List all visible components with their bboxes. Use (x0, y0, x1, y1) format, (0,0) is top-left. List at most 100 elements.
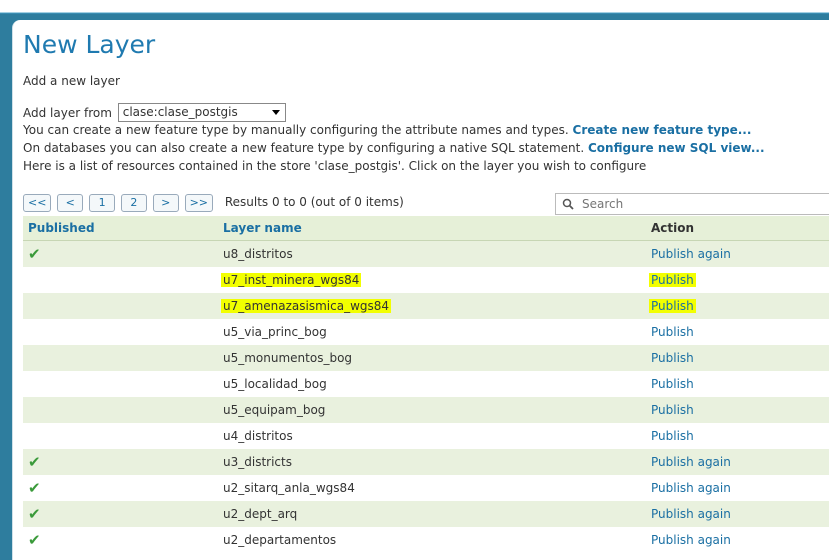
pager-page-1-button[interactable]: 1 (89, 194, 116, 212)
publish-link[interactable]: Publish (649, 273, 696, 287)
layer-name: u8_distritos (223, 247, 293, 261)
action-cell: Publish again (646, 527, 829, 553)
table-row: ✔ u2_dept_arq Publish again (23, 501, 829, 527)
page-subtitle: Add a new layer (23, 74, 120, 88)
layer-name-cell: u5_localidad_bog (218, 371, 646, 397)
table-row: ✔ u8_distritos Publish again (23, 240, 829, 267)
search-input[interactable] (580, 195, 829, 213)
published-cell (23, 293, 218, 319)
action-cell: Publish (646, 371, 829, 397)
info-line-1: You can create a new feature type by man… (23, 123, 751, 137)
info-line-2-text: On databases you can also create a new f… (23, 141, 585, 155)
header-layer-name[interactable]: Layer name (218, 216, 646, 241)
top-banner (0, 0, 829, 14)
published-cell: ✔ (23, 527, 218, 553)
table-row: u7_amenazasismica_wgs84 Publish (23, 293, 829, 319)
layer-name-cell: u2_sitarq_anla_wgs84 (218, 475, 646, 501)
publish-link[interactable]: Publish (651, 403, 694, 417)
table-row: u5_monumentos_bog Publish (23, 345, 829, 371)
table-row: ✔ u2_sitarq_anla_wgs84 Publish again (23, 475, 829, 501)
configure-sql-view-link[interactable]: Configure new SQL view... (588, 141, 765, 155)
layer-name: u5_monumentos_bog (223, 351, 353, 365)
action-cell: Publish (646, 423, 829, 449)
published-cell: ✔ (23, 501, 218, 527)
published-cell: ✔ (23, 240, 218, 267)
layer-name: u7_inst_minera_wgs84 (221, 273, 362, 287)
action-cell: Publish again (646, 475, 829, 501)
layer-name: u7_amenazasismica_wgs84 (221, 299, 392, 313)
published-cell: ✔ (23, 449, 218, 475)
action-cell: Publish again (646, 240, 829, 267)
store-row: Add layer from clase:clase_postgis (23, 103, 286, 123)
layer-name-cell: u4_distritos (218, 423, 646, 449)
layer-name: u2_sitarq_anla_wgs84 (223, 481, 355, 495)
pager-first-button[interactable]: << (23, 194, 52, 212)
layer-name: u2_dept_arq (223, 507, 298, 521)
publish-link[interactable]: Publish (651, 429, 694, 443)
layers-table: Published Layer name Action ✔ u8_distrito… (23, 216, 829, 553)
published-cell (23, 397, 218, 423)
layer-name: u5_via_princ_bog (223, 325, 327, 339)
check-icon: ✔ (28, 453, 41, 471)
action-cell: Publish (646, 397, 829, 423)
action-cell: Publish (646, 267, 829, 293)
action-cell: Publish (646, 345, 829, 371)
layer-name: u5_equipam_bog (223, 403, 326, 417)
layer-name-cell: u5_monumentos_bog (218, 345, 646, 371)
publish-link[interactable]: Publish again (651, 533, 731, 547)
info-line-3: Here is a list of resources contained in… (23, 159, 647, 173)
publish-link[interactable]: Publish again (651, 507, 731, 521)
layer-name: u4_distritos (223, 429, 293, 443)
store-select[interactable]: clase:clase_postgis (117, 103, 286, 122)
header-published[interactable]: Published (23, 216, 218, 241)
layer-name-cell: u5_equipam_bog (218, 397, 646, 423)
chevron-down-icon (271, 110, 280, 115)
published-cell (23, 423, 218, 449)
layer-name-cell: u2_departamentos (218, 527, 646, 553)
pager-last-button[interactable]: >> (184, 194, 214, 212)
table-row: u4_distritos Publish (23, 423, 829, 449)
layer-name-cell: u7_inst_minera_wgs84 (218, 267, 646, 293)
layer-name: u3_districts (223, 455, 292, 469)
pager: << < 1 2 > >> Results 0 to 0 (out of 0 i… (23, 194, 404, 212)
pager-next-button[interactable]: > (152, 194, 179, 212)
publish-link[interactable]: Publish (651, 377, 694, 391)
publish-link[interactable]: Publish again (651, 481, 731, 495)
create-feature-type-link[interactable]: Create new feature type... (573, 123, 752, 137)
search-icon (562, 198, 574, 210)
table-row: u5_via_princ_bog Publish (23, 319, 829, 345)
published-cell: ✔ (23, 475, 218, 501)
publish-link[interactable]: Publish (651, 325, 694, 339)
table-row: ✔ u2_departamentos Publish again (23, 527, 829, 553)
layer-name-cell: u8_distritos (218, 240, 646, 267)
action-cell: Publish again (646, 449, 829, 475)
table-row: ✔ u3_districts Publish again (23, 449, 829, 475)
pager-prev-button[interactable]: < (57, 194, 84, 212)
layer-name-cell: u3_districts (218, 449, 646, 475)
table-row: u5_equipam_bog Publish (23, 397, 829, 423)
layer-name: u2_departamentos (223, 533, 337, 547)
published-cell (23, 371, 218, 397)
search-box[interactable] (555, 193, 829, 215)
store-label: Add layer from (23, 106, 112, 120)
header-action: Action (646, 216, 829, 241)
publish-link[interactable]: Publish (651, 351, 694, 365)
info-line-1-text: You can create a new feature type by man… (23, 123, 569, 137)
page-title: New Layer (23, 30, 156, 59)
published-cell (23, 267, 218, 293)
pager-info: Results 0 to 0 (out of 0 items) (224, 195, 404, 209)
table-row: u7_inst_minera_wgs84 Publish (23, 267, 829, 293)
action-cell: Publish again (646, 501, 829, 527)
layer-name-cell: u7_amenazasismica_wgs84 (218, 293, 646, 319)
publish-link[interactable]: Publish again (651, 247, 731, 261)
main-panel: New Layer Add a new layer Add layer from… (12, 20, 829, 560)
check-icon: ✔ (28, 505, 41, 523)
layer-name-cell: u5_via_princ_bog (218, 319, 646, 345)
pager-page-2-button[interactable]: 2 (120, 194, 147, 212)
store-select-value: clase:clase_postgis (122, 105, 238, 119)
published-cell (23, 345, 218, 371)
table-header-row: Published Layer name Action (23, 216, 829, 241)
action-cell: Publish (646, 319, 829, 345)
publish-link[interactable]: Publish again (651, 455, 731, 469)
publish-link[interactable]: Publish (649, 299, 696, 313)
